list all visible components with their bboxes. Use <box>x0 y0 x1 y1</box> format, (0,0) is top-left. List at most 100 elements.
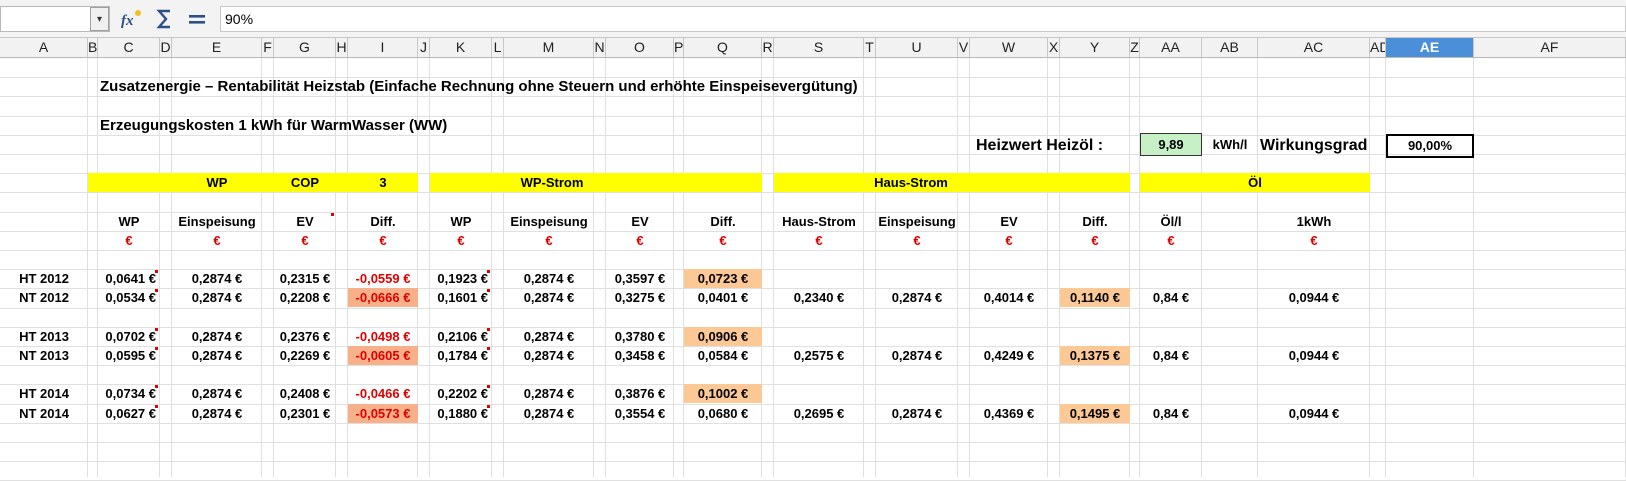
sheet-title[interactable]: Zusatzenergie – Rentabilität Heizstab (E… <box>100 77 858 96</box>
euro-unit[interactable]: € <box>1140 231 1202 250</box>
cell-ev[interactable]: 0,2408 € <box>274 384 336 403</box>
header-wp[interactable]: WP <box>98 212 160 231</box>
cell-haus-strom[interactable]: 0,2575 € <box>774 346 864 365</box>
cell-ev[interactable]: 0,3275 € <box>606 288 674 307</box>
cell-einspeisung[interactable]: 0,2874 € <box>504 288 594 307</box>
cell-diff[interactable]: 0,0401 € <box>684 288 762 307</box>
sheet-grid[interactable]: Zusatzenergie – Rentabilität Heizstab (E… <box>0 58 1626 477</box>
cell-ev[interactable]: 0,3597 € <box>606 269 674 288</box>
column-header-n[interactable]: N <box>594 38 606 57</box>
column-header-z[interactable]: Z <box>1130 38 1140 57</box>
cell-kwh[interactable]: 0,0944 € <box>1258 346 1370 365</box>
cell-wp-strom[interactable]: 0,1923 € <box>430 269 492 288</box>
cell-diff[interactable]: 0,0723 € <box>684 269 762 288</box>
row-label[interactable]: HT 2014 <box>0 384 88 403</box>
cell-ev[interactable]: 0,2208 € <box>274 288 336 307</box>
header-diff3[interactable]: Diff. <box>1060 212 1130 231</box>
cell-wp[interactable]: 0,0534 € <box>98 288 160 307</box>
function-wizard-button[interactable]: fx <box>118 7 144 31</box>
band-label-oel[interactable]: Öl <box>1140 173 1370 192</box>
column-header-af[interactable]: AF <box>1474 38 1626 57</box>
euro-unit[interactable]: € <box>274 231 336 250</box>
column-header-s[interactable]: S <box>774 38 864 57</box>
band-label-wp[interactable]: WP <box>172 173 262 192</box>
cell-diff[interactable]: -0,0466 € <box>348 384 418 403</box>
sum-button[interactable] <box>152 7 178 31</box>
cell-einspeisung[interactable]: 0,2874 € <box>504 384 594 403</box>
cell-kwh[interactable]: 0,0944 € <box>1258 288 1370 307</box>
cell-diff[interactable]: 0,0906 € <box>684 327 762 346</box>
column-header-ae[interactable]: AE <box>1386 38 1474 57</box>
band-label-haus-strom[interactable]: Haus-Strom <box>774 173 1048 192</box>
header-wp2[interactable]: WP <box>430 212 492 231</box>
cell-einspeisung[interactable]: 0,2874 € <box>172 404 262 423</box>
column-header-c[interactable]: C <box>98 38 160 57</box>
cell-einspeisung[interactable]: 0,2874 € <box>504 404 594 423</box>
cell-einspeisung[interactable]: 0,2874 € <box>172 327 262 346</box>
cell-haus-strom[interactable]: 0,2340 € <box>774 288 864 307</box>
heizwert-unit[interactable]: kWh/l <box>1202 135 1258 154</box>
header-diff2[interactable]: Diff. <box>684 212 762 231</box>
heizwert-value[interactable]: 9,89 <box>1140 133 1202 156</box>
column-header-ab[interactable]: AB <box>1202 38 1258 57</box>
cell-wp[interactable]: 0,0702 € <box>98 327 160 346</box>
column-header-t[interactable]: T <box>864 38 876 57</box>
cell-diff[interactable]: 0,0680 € <box>684 404 762 423</box>
cell-einspeisung[interactable]: 0,2874 € <box>876 346 958 365</box>
euro-unit[interactable]: € <box>970 231 1048 250</box>
column-header-ad[interactable]: AD <box>1370 38 1386 57</box>
cell-einspeisung[interactable]: 0,2874 € <box>504 327 594 346</box>
column-header-i[interactable]: I <box>348 38 418 57</box>
cell-ev[interactable]: 0,2376 € <box>274 327 336 346</box>
cell-diff[interactable]: -0,0559 € <box>348 269 418 288</box>
column-header-h[interactable]: H <box>336 38 348 57</box>
header-einsp2[interactable]: Einspeisung <box>504 212 594 231</box>
column-header-r[interactable]: R <box>762 38 774 57</box>
cell-einspeisung[interactable]: 0,2874 € <box>876 404 958 423</box>
cell-wp[interactable]: 0,0627 € <box>98 404 160 423</box>
cell-ev[interactable]: 0,3876 € <box>606 384 674 403</box>
column-header-a[interactable]: A <box>0 38 88 57</box>
column-header-g[interactable]: G <box>274 38 336 57</box>
row-label[interactable]: NT 2013 <box>0 346 88 365</box>
row-label[interactable]: HT 2012 <box>0 269 88 288</box>
euro-unit[interactable]: € <box>1258 231 1370 250</box>
cell-ev[interactable]: 0,4014 € <box>970 288 1048 307</box>
band-label-cop-value[interactable]: 3 <box>348 173 418 192</box>
cell-wp[interactable]: 0,0641 € <box>98 269 160 288</box>
column-header-e[interactable]: E <box>172 38 262 57</box>
column-header-m[interactable]: M <box>504 38 594 57</box>
euro-unit[interactable]: € <box>504 231 594 250</box>
row-label[interactable]: HT 2013 <box>0 327 88 346</box>
column-header-k[interactable]: K <box>430 38 492 57</box>
column-header-aa[interactable]: AA <box>1140 38 1202 57</box>
cell-diff[interactable]: -0,0573 € <box>348 404 418 423</box>
cell-kwh[interactable]: 0,0944 € <box>1258 404 1370 423</box>
cell-wp-strom[interactable]: 0,2202 € <box>430 384 492 403</box>
header-einsp1[interactable]: Einspeisung <box>172 212 262 231</box>
header-haus[interactable]: Haus-Strom <box>774 212 864 231</box>
cell-ev[interactable]: 0,3458 € <box>606 346 674 365</box>
cell-einspeisung[interactable]: 0,2874 € <box>172 346 262 365</box>
euro-unit[interactable]: € <box>1060 231 1130 250</box>
column-header-f[interactable]: F <box>262 38 274 57</box>
cell-ev[interactable]: 0,3780 € <box>606 327 674 346</box>
header-ev3[interactable]: EV <box>970 212 1048 231</box>
euro-unit[interactable]: € <box>774 231 864 250</box>
euro-unit[interactable]: € <box>606 231 674 250</box>
header-ev2[interactable]: EV <box>606 212 674 231</box>
cell-einspeisung[interactable]: 0,2874 € <box>504 346 594 365</box>
cell-einspeisung[interactable]: 0,2874 € <box>172 269 262 288</box>
column-header-ac[interactable]: AC <box>1258 38 1370 57</box>
cell-wp[interactable]: 0,0734 € <box>98 384 160 403</box>
cell-diff[interactable]: 0,0584 € <box>684 346 762 365</box>
band-label-wp-strom[interactable]: WP-Strom <box>430 173 674 192</box>
header-kwh[interactable]: 1kWh <box>1258 212 1370 231</box>
column-header-p[interactable]: P <box>674 38 684 57</box>
cell-ev[interactable]: 0,4249 € <box>970 346 1048 365</box>
euro-unit[interactable]: € <box>876 231 958 250</box>
header-diff1[interactable]: Diff. <box>348 212 418 231</box>
euro-unit[interactable]: € <box>172 231 262 250</box>
cell-ev[interactable]: 0,2301 € <box>274 404 336 423</box>
cell-diff[interactable]: -0,0605 € <box>348 346 418 365</box>
